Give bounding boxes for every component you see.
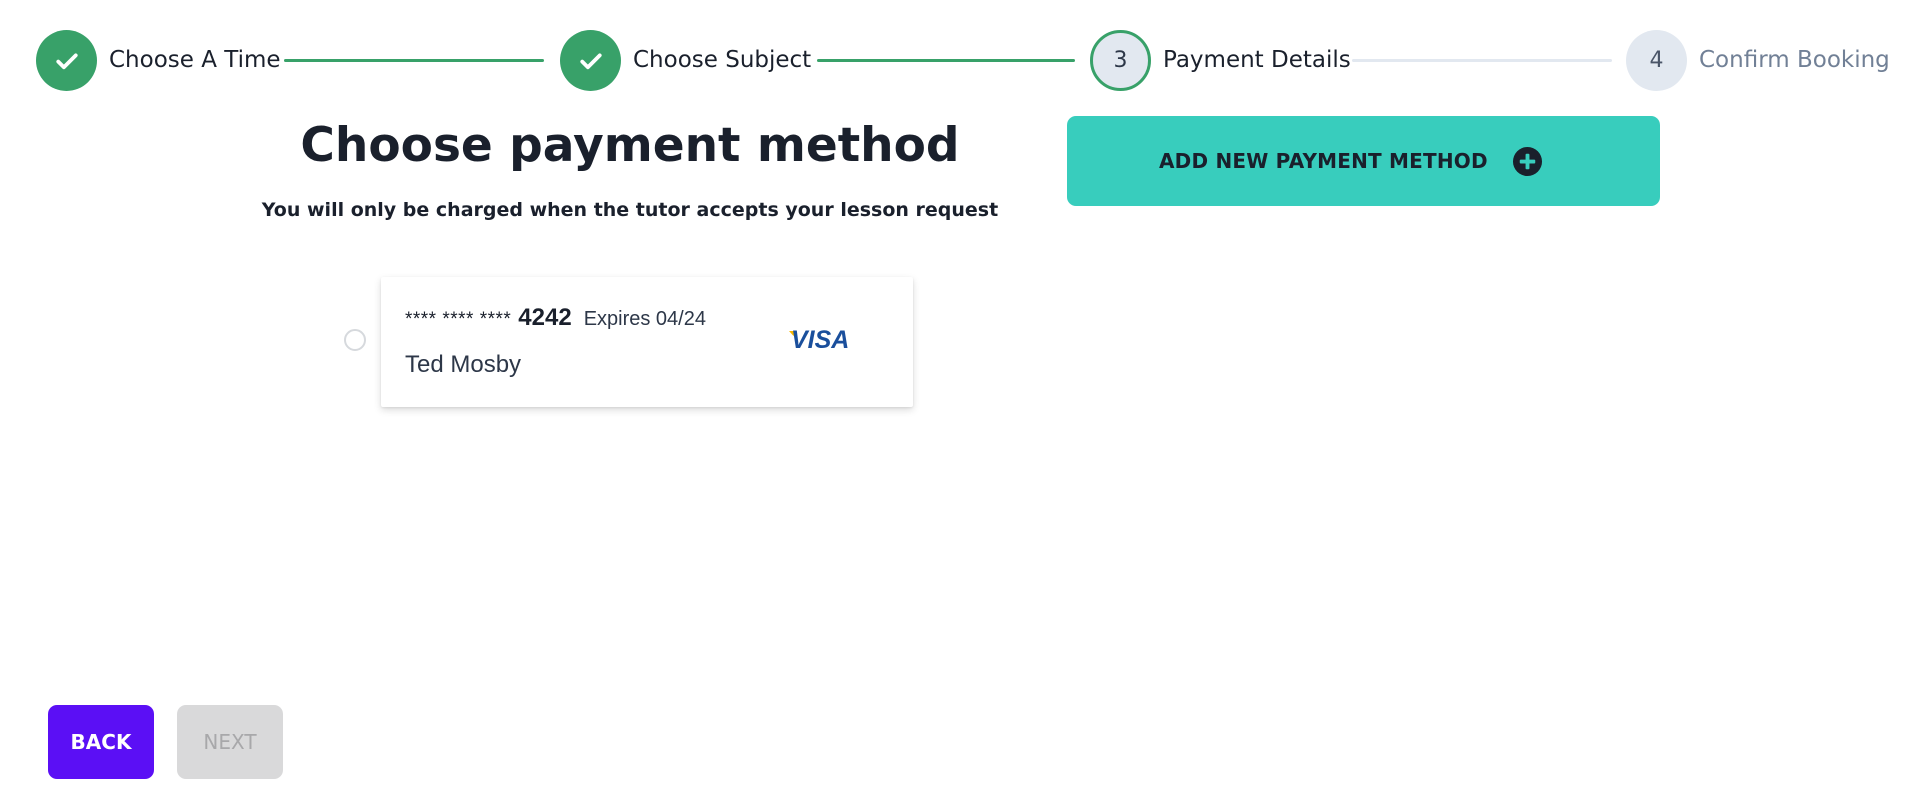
step-4-number: 4 — [1626, 30, 1687, 91]
step-1-check-icon — [36, 30, 97, 91]
step-connector-2 — [817, 59, 1075, 62]
plus-circle-icon — [1512, 146, 1542, 176]
step-connector-3 — [1352, 59, 1612, 62]
visa-logo-icon: VISA — [789, 326, 849, 352]
step-3-number: 3 — [1090, 30, 1151, 91]
svg-text:VISA: VISA — [791, 326, 849, 352]
card-expiry: Expires 04/24 — [583, 308, 706, 330]
step-4-label: Confirm Booking — [1699, 47, 1890, 73]
step-1-label: Choose A Time — [109, 47, 281, 73]
step-connector-1 — [284, 59, 544, 62]
next-button[interactable]: NEXT — [177, 705, 283, 779]
page-title: Choose payment method — [300, 118, 960, 173]
card-masked-number: **** **** **** — [405, 309, 512, 330]
add-payment-method-button[interactable]: ADD NEW PAYMENT METHOD — [1067, 116, 1660, 206]
back-button[interactable]: BACK — [48, 705, 154, 779]
add-payment-method-label: ADD NEW PAYMENT METHOD — [1159, 149, 1488, 173]
card-number-row: **** **** **** 4242 Expires 04/24 — [405, 304, 706, 332]
booking-stepper: Choose A Time Choose Subject 3 Payment D… — [36, 30, 1890, 91]
card-holder-name: Ted Mosby — [405, 351, 522, 378]
step-3-label: Payment Details — [1163, 47, 1351, 73]
payment-method-radio[interactable] — [344, 329, 366, 351]
page-subtitle: You will only be charged when the tutor … — [261, 199, 999, 221]
card-last4: 4242 — [518, 304, 572, 331]
step-3-number-text: 3 — [1113, 48, 1128, 73]
payment-page: Choose A Time Choose Subject 3 Payment D… — [0, 0, 1920, 790]
step-4-number-text: 4 — [1649, 48, 1664, 73]
step-2-check-icon — [560, 30, 621, 91]
payment-method-card[interactable]: **** **** **** 4242 Expires 04/24 Ted Mo… — [381, 277, 913, 407]
step-2-label: Choose Subject — [633, 47, 812, 73]
